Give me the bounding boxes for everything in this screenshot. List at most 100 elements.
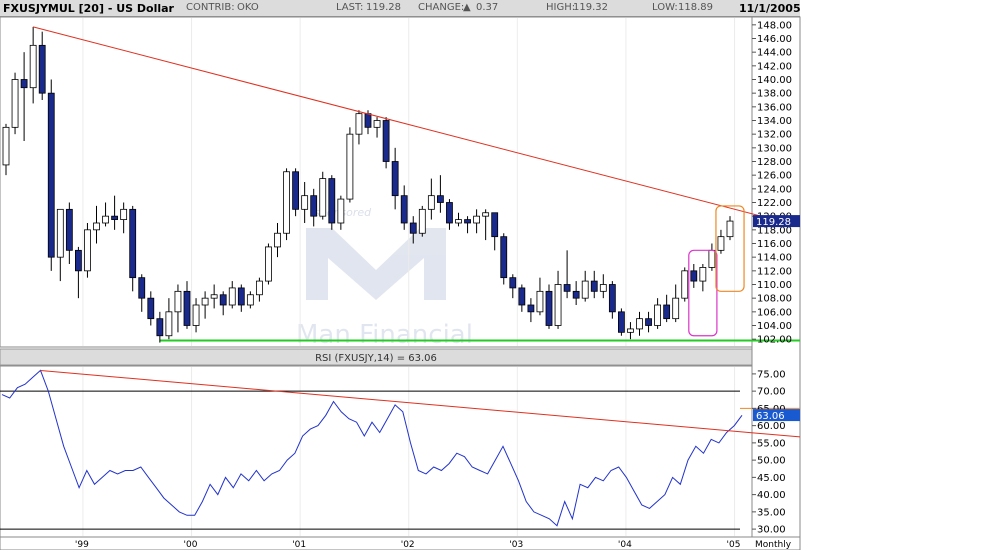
price-y-tick-label: 110.00 <box>757 280 792 291</box>
candle-body <box>274 232 281 248</box>
x-tick-label: '04 <box>618 540 632 550</box>
price-y-tick-label: 114.00 <box>757 253 792 264</box>
price-y-tick-label: 136.00 <box>757 102 792 113</box>
candle-body <box>446 202 453 224</box>
price-y-tick-label: 138.00 <box>757 89 792 100</box>
candle-body <box>156 318 164 337</box>
candle-body <box>328 178 336 224</box>
candle-body <box>310 195 318 217</box>
candle-body <box>102 215 109 224</box>
candle-body <box>672 297 680 320</box>
candle-body <box>545 290 553 326</box>
price-y-tick-label: 112.00 <box>757 266 792 277</box>
price-y-tick-label: 134.00 <box>757 116 792 127</box>
candle-body <box>38 44 46 94</box>
rsi-last-label: 63.06 <box>756 411 785 422</box>
rsi-y-tick-label: 30.00 <box>757 525 786 536</box>
candle-body <box>699 267 707 282</box>
x-tick-label: '00 <box>184 540 198 550</box>
x-tick-label: '99 <box>75 540 89 550</box>
candle-body <box>65 208 73 251</box>
candle-body <box>391 161 399 197</box>
price-y-tick-label: 104.00 <box>757 321 792 332</box>
candle-body <box>246 294 254 306</box>
price-y-tick-label: 128.00 <box>757 157 792 168</box>
candle-body <box>29 44 37 89</box>
rsi-y-tick-label: 45.00 <box>757 473 786 484</box>
price-y-tick-label: 140.00 <box>757 75 792 86</box>
candle-body <box>581 280 589 299</box>
candle-body <box>201 297 209 306</box>
rsi-y-tick-label: 60.00 <box>757 421 786 432</box>
candle-body <box>663 304 671 320</box>
candle-body <box>319 178 327 217</box>
candle-body <box>382 120 390 162</box>
price-y-tick-label: 102.00 <box>757 335 792 346</box>
candle-body <box>717 236 725 251</box>
candle-body <box>11 79 19 128</box>
price-y-tick-label: 130.00 <box>757 143 792 154</box>
candle-body <box>473 215 481 224</box>
candle-body <box>636 318 643 330</box>
candle-body <box>56 208 64 258</box>
price-y-tick-label: 146.00 <box>757 34 792 45</box>
candle-body <box>400 195 408 224</box>
candle-body <box>627 328 634 333</box>
candle-body <box>500 236 508 279</box>
rsi-y-tick-label: 75.00 <box>757 369 786 380</box>
candle-body <box>527 304 535 313</box>
candle-body <box>455 219 462 224</box>
rsi-y-tick-label: 70.00 <box>757 387 786 398</box>
price-y-tick-label: 122.00 <box>757 198 792 209</box>
price-y-tick-label: 142.00 <box>757 61 792 72</box>
candle-body <box>20 79 28 89</box>
candle-body <box>482 212 490 217</box>
candle-body <box>536 290 544 313</box>
candle-body <box>618 311 625 333</box>
rsi-y-tick-label: 50.00 <box>757 456 786 467</box>
candle-body <box>599 284 607 292</box>
candle-body <box>265 246 272 282</box>
price-y-tick-label: 116.00 <box>757 239 792 250</box>
candle-body <box>563 284 571 292</box>
candle-body <box>491 212 499 238</box>
x-tick-label: '02 <box>401 540 415 550</box>
x-tick-label: '03 <box>509 540 523 550</box>
candle-body <box>726 220 734 238</box>
candle-body <box>47 92 55 258</box>
candle-body <box>255 280 263 296</box>
candle-body <box>337 198 345 224</box>
candle-body <box>418 208 426 234</box>
price-y-tick-label: 144.00 <box>757 48 792 59</box>
price-y-tick-label: 148.00 <box>757 20 792 31</box>
candle-body <box>509 277 517 289</box>
x-tick-label: '01 <box>292 540 306 550</box>
x-tick-label: '05 <box>727 540 741 550</box>
candle-body <box>165 311 173 337</box>
candle-body <box>346 133 354 200</box>
chart-canvas: sponsored Man Financial RSI (FXUSJY,14) … <box>0 16 801 550</box>
candle-body <box>645 318 652 326</box>
candle-body <box>183 290 191 326</box>
candle-body <box>75 249 82 272</box>
candle-body <box>554 284 562 326</box>
candle-body <box>192 304 200 326</box>
candle-body <box>219 294 227 306</box>
price-y-tick-label: 108.00 <box>757 294 792 305</box>
rsi-panel-frame <box>0 365 753 538</box>
price-y-tick-label: 124.00 <box>757 184 792 195</box>
candle-body <box>355 113 363 135</box>
candle-body <box>237 287 245 306</box>
price-y-tick-label: 132.00 <box>757 130 792 141</box>
watermark-brand-text: Man Financial <box>296 320 473 350</box>
candle-body <box>364 113 372 128</box>
candle-body <box>147 297 155 320</box>
candle-body <box>436 195 444 203</box>
candle-body <box>120 208 128 220</box>
price-y-tick-label: 126.00 <box>757 171 792 182</box>
candle-body <box>654 304 661 326</box>
candle-body <box>292 171 300 210</box>
candle-body <box>84 229 91 272</box>
candle-body <box>228 287 236 306</box>
rsi-title: RSI (FXUSJY,14) = 63.06 <box>315 353 437 364</box>
